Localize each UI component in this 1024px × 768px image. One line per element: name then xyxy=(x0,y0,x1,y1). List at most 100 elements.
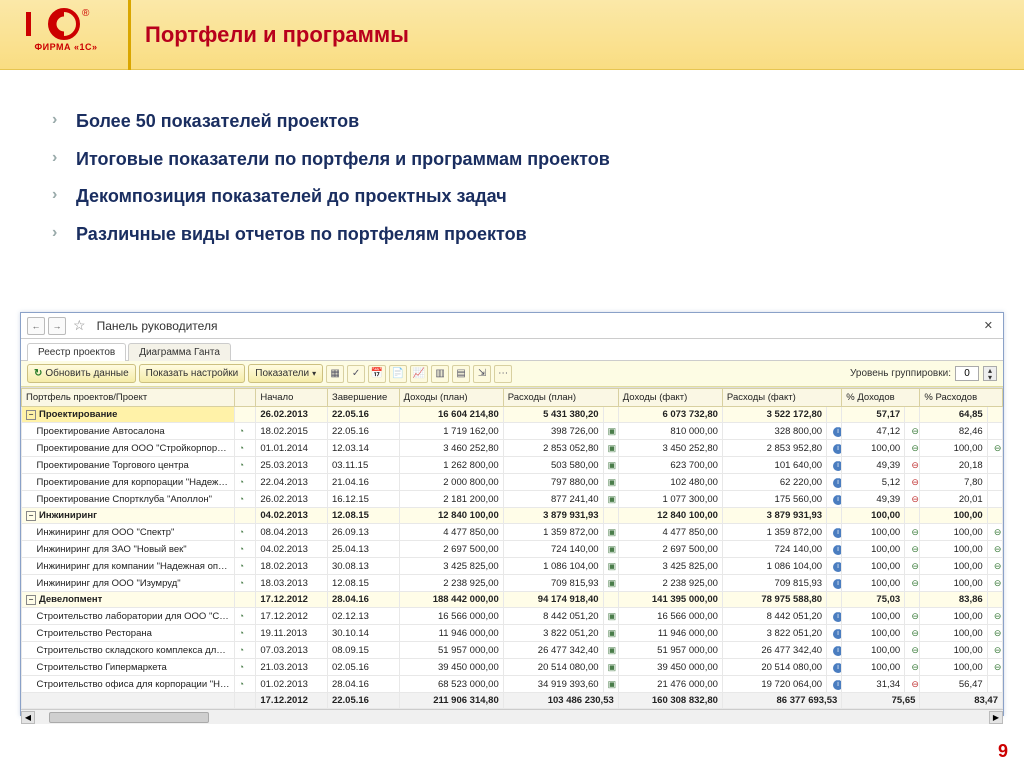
nav-forward-button[interactable]: → xyxy=(48,317,66,335)
footer-dp: 211 906 314,80 xyxy=(399,693,503,709)
col-income-plan[interactable]: Доходы (план) xyxy=(399,389,503,407)
horizontal-scrollbar[interactable]: ◀ ▶ xyxy=(21,709,1003,724)
table-row[interactable]: −Девелопмент17.12.201228.04.16188 442 00… xyxy=(22,592,1003,608)
nav-back-button[interactable]: ← xyxy=(27,317,45,335)
info-icon[interactable]: i xyxy=(833,612,842,622)
row-status-icon: ◔ xyxy=(239,679,251,689)
row-icon: ▣ xyxy=(608,494,619,504)
toolbar-icon-7[interactable]: ▤ xyxy=(452,365,470,383)
table-row[interactable]: Строительство офиса для корпорации "На…◔… xyxy=(22,676,1003,693)
row-icon: ▣ xyxy=(608,628,619,638)
footer-pd: 75,65 xyxy=(842,693,920,709)
refresh-button[interactable]: ↻Обновить данные xyxy=(27,364,136,383)
close-icon[interactable]: ✕ xyxy=(980,319,997,332)
info-icon[interactable]: i xyxy=(833,663,842,673)
slide-title-block: Портфели и программы xyxy=(128,0,409,70)
info-icon[interactable]: i xyxy=(833,646,842,656)
info-icon[interactable]: i xyxy=(833,562,842,572)
row-icon: ▣ xyxy=(608,460,619,470)
info-icon[interactable]: i xyxy=(833,461,842,471)
table-row[interactable]: Проектирование Автосалона◔18.02.201522.0… xyxy=(22,423,1003,440)
footer-df: 160 308 832,80 xyxy=(618,693,722,709)
footer-rf: 86 377 693,53 xyxy=(722,693,841,709)
row-status-icon: ◔ xyxy=(239,544,251,554)
table-row[interactable]: Инжиниринг для компании "Надежная опо…◔1… xyxy=(22,558,1003,575)
table-row[interactable]: −Инжиниринг04.02.201312.08.1512 840 100,… xyxy=(22,508,1003,524)
toolbar-icon-4[interactable]: 📄 xyxy=(389,365,407,383)
favorite-star-icon[interactable]: ☆ xyxy=(73,317,86,334)
col-expense-plan[interactable]: Расходы (план) xyxy=(503,389,618,407)
table-row[interactable]: Инжиниринг для ООО "Изумруд"◔18.03.20131… xyxy=(22,575,1003,592)
table-row[interactable]: Проектирование Спортклуба "Аполлон"◔26.0… xyxy=(22,491,1003,508)
col-pct-expense[interactable]: % Расходов xyxy=(920,389,1003,407)
toolbar-icon-calendar[interactable]: 📅 xyxy=(368,365,386,383)
row-icon: ▣ xyxy=(608,426,619,436)
show-settings-button[interactable]: Показать настройки xyxy=(139,364,246,383)
slide-title: Портфели и программы xyxy=(145,22,409,48)
col-expense-fact[interactable]: Расходы (факт) xyxy=(722,389,841,407)
grouping-label: Уровень группировки: xyxy=(850,368,951,379)
table-row[interactable]: Инжиниринг для ЗАО "Новый век"◔04.02.201… xyxy=(22,541,1003,558)
window-titlebar: ← → ☆ Панель руководителя ✕ xyxy=(21,313,1003,339)
table-row[interactable]: Проектирование для ООО "Стройкорпорац…◔0… xyxy=(22,440,1003,457)
row-status-icon: ◔ xyxy=(239,477,251,487)
info-icon[interactable]: i xyxy=(833,478,842,488)
footer-row: 17.12.2012 22.05.16 211 906 314,80 103 4… xyxy=(22,693,1003,709)
info-icon[interactable]: i xyxy=(833,545,842,555)
grouping-stepper[interactable]: ▴▾ xyxy=(983,366,997,381)
footer-rp: 103 486 230,53 xyxy=(503,693,618,709)
tree-toggle-icon[interactable]: − xyxy=(26,410,36,420)
window-title: Панель руководителя xyxy=(97,319,218,333)
toolbar: ↻Обновить данные Показать настройки Пока… xyxy=(21,361,1003,387)
row-status-icon: ◔ xyxy=(239,628,251,638)
scroll-left-arrow[interactable]: ◀ xyxy=(21,711,35,724)
info-icon[interactable]: i xyxy=(833,444,842,454)
table-row[interactable]: Строительство Гипермаркета◔21.03.201302.… xyxy=(22,659,1003,676)
table-row[interactable]: Строительство Ресторана◔19.11.201330.10.… xyxy=(22,625,1003,642)
toolbar-icon-1[interactable]: ▦ xyxy=(326,365,344,383)
tree-toggle-icon[interactable]: − xyxy=(26,511,36,521)
table-row[interactable]: Строительство складского комплекса для …… xyxy=(22,642,1003,659)
tab-gantt[interactable]: Диаграмма Ганта xyxy=(128,343,231,361)
toolbar-icon-bars[interactable]: ▥ xyxy=(431,365,449,383)
row-status-icon: ◔ xyxy=(239,494,251,504)
table-row[interactable]: −Проектирование26.02.201322.05.1616 604 … xyxy=(22,407,1003,423)
tree-toggle-icon[interactable]: − xyxy=(26,595,36,605)
indicators-button[interactable]: Показатели▾ xyxy=(248,364,323,383)
toolbar-icon-2[interactable]: ✓ xyxy=(347,365,365,383)
col-icon[interactable] xyxy=(234,389,256,407)
info-icon[interactable]: i xyxy=(833,579,842,589)
scroll-right-arrow[interactable]: ▶ xyxy=(989,711,1003,724)
col-start[interactable]: Начало xyxy=(256,389,328,407)
col-income-fact[interactable]: Доходы (факт) xyxy=(618,389,722,407)
row-icon: ▣ xyxy=(608,662,619,672)
table-row[interactable]: Строительство лаборатории для ООО "Спе…◔… xyxy=(22,608,1003,625)
tab-project-registry[interactable]: Реестр проектов xyxy=(27,343,126,361)
scroll-thumb[interactable] xyxy=(49,712,209,723)
toolbar-icon-export[interactable]: ⇲ xyxy=(473,365,491,383)
grouping-control: Уровень группировки: ▴▾ xyxy=(850,366,997,381)
table-row[interactable]: Проектирование для корпорации "Надежн…◔2… xyxy=(22,474,1003,491)
grid: Портфель проектов/Проект Начало Завершен… xyxy=(21,387,1003,709)
svg-text:®: ® xyxy=(82,8,90,19)
bullet-item: Итоговые показатели по портфеля и програ… xyxy=(48,148,808,171)
col-pct-income[interactable]: % Доходов xyxy=(842,389,920,407)
col-end[interactable]: Завершение xyxy=(327,389,399,407)
info-icon[interactable]: i xyxy=(833,528,842,538)
info-icon[interactable]: i xyxy=(833,427,842,437)
row-status-icon: ◔ xyxy=(239,426,251,436)
table-row[interactable]: Инжиниринг для ООО "Спектр"◔08.04.201326… xyxy=(22,524,1003,541)
grouping-input[interactable] xyxy=(955,366,979,381)
row-icon: ▣ xyxy=(608,645,619,655)
bullet-item: Различные виды отчетов по портфелям прое… xyxy=(48,223,808,246)
info-icon[interactable]: i xyxy=(833,680,842,690)
toolbar-icon-9[interactable]: ⋯ xyxy=(494,365,512,383)
table-row[interactable]: Проектирование Торгового центра◔25.03.20… xyxy=(22,457,1003,474)
info-icon[interactable]: i xyxy=(833,495,842,505)
bullets-list: Более 50 показателей проектов Итоговые п… xyxy=(48,110,808,260)
indicators-label: Показатели xyxy=(255,368,309,379)
col-project[interactable]: Портфель проектов/Проект xyxy=(22,389,235,407)
toolbar-icon-chart[interactable]: 📈 xyxy=(410,365,428,383)
info-icon[interactable]: i xyxy=(833,629,842,639)
logo-1c: ® ФИРМА «1С» xyxy=(18,6,114,52)
